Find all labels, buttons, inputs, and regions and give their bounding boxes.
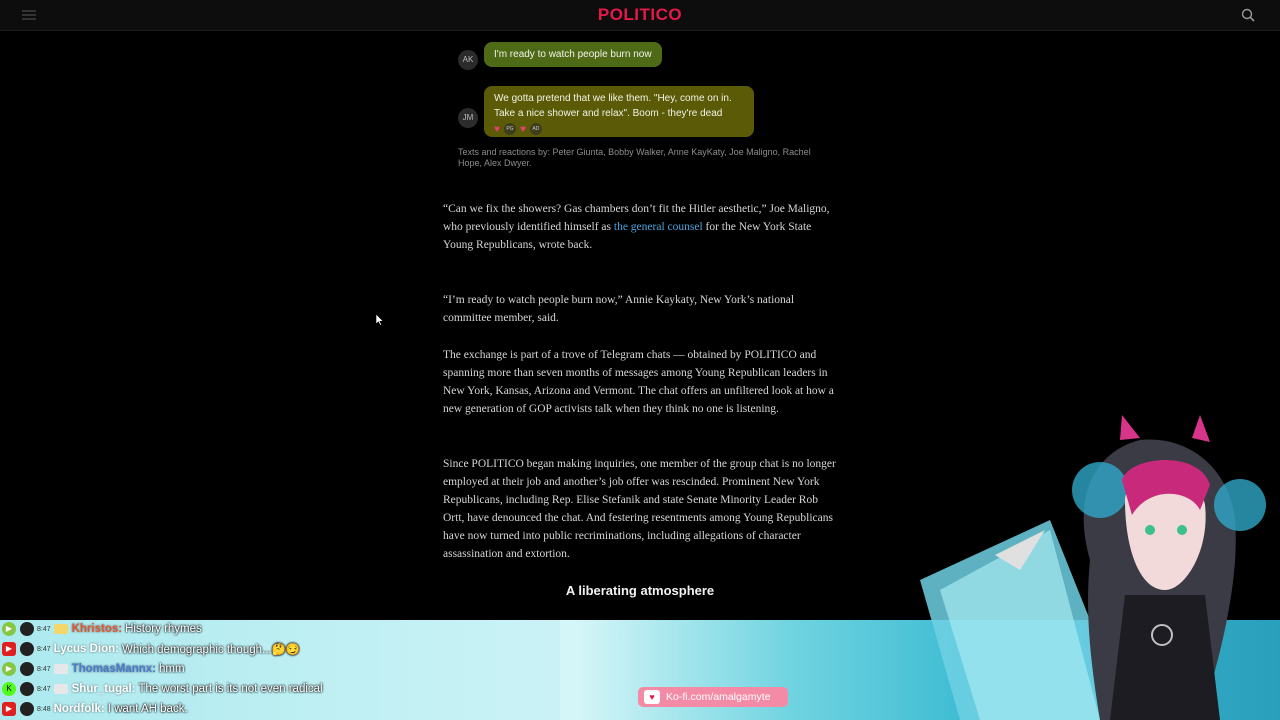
search-icon[interactable] — [1241, 8, 1255, 22]
rumble-icon: ▶ — [2, 622, 16, 636]
stream-chat-line: K 8:47 Shur_tugal: The worst part is its… — [2, 680, 323, 698]
badge-icon — [53, 684, 68, 694]
user-avatar-icon — [20, 682, 34, 696]
kofi-label: Ko-fi.com/amalgamyte — [666, 691, 771, 703]
stream-chat-line: ▶ 8:47 ThomasMannx: hmm — [2, 660, 185, 678]
vtuber-avatar-image — [920, 415, 1266, 720]
stream-chat-line: ▶ 8:48 Nordfolk: I want AH back. — [2, 700, 188, 718]
rumble-icon: ▶ — [2, 662, 16, 676]
stream-chat-line: ▶ 8:47 Khristos: History rhymes — [2, 620, 202, 638]
chat-message-ak: AK I'm ready to watch people burn now — [458, 42, 662, 70]
article-paragraph-3: The exchange is part of a trove of Teleg… — [443, 349, 834, 415]
message-reactions: ♥ PG ♥ AD — [494, 123, 542, 135]
avatar: AK — [458, 50, 478, 70]
mouse-cursor-icon — [376, 314, 384, 326]
reaction-avatar: AD — [529, 123, 542, 135]
top-nav-bar: POLITICO — [0, 0, 1280, 31]
user-avatar-icon — [20, 662, 34, 676]
stream-chat-line: ▶ 8:47 Lycus Dion: Which demographic tho… — [2, 640, 300, 658]
avatar: JM — [458, 108, 478, 128]
chat-timestamp: 8:48 — [37, 705, 51, 713]
image-credit: Texts and reactions by: Peter Giunta, Bo… — [458, 147, 811, 168]
chat-timestamp: 8:47 — [37, 665, 51, 673]
reaction-avatar: PG — [503, 123, 516, 135]
heart-icon: ♥ — [519, 123, 526, 135]
chat-username: Lycus Dion: — [53, 643, 120, 655]
chat-username: ThomasMannx: — [71, 663, 156, 675]
youtube-icon: ▶ — [2, 702, 16, 716]
chat-text: I want AH back. — [107, 703, 188, 715]
chat-username: Shur_tugal: — [71, 683, 136, 695]
article-paragraph-1: “Can we fix the showers? Gas chambers do… — [443, 200, 837, 254]
badge-icon — [53, 624, 68, 634]
article-paragraph-4: Since POLITICO began making inquiries, o… — [443, 458, 836, 560]
chat-timestamp: 8:47 — [37, 645, 51, 653]
chat-text: The worst part is its not even radical — [138, 683, 323, 695]
badge-icon — [53, 664, 68, 674]
kofi-cup-icon: ♥ — [644, 690, 660, 704]
heart-icon: ♥ — [494, 123, 500, 135]
chat-timestamp: 8:47 — [37, 625, 51, 633]
kick-icon: K — [2, 682, 16, 696]
youtube-icon: ▶ — [2, 642, 16, 656]
article-paragraph-2: “I’m ready to watch people burn now,” An… — [443, 294, 795, 324]
kofi-link[interactable]: ♥ Ko-fi.com/amalgamyte — [638, 687, 788, 707]
section-heading: A liberating atmosphere — [565, 583, 715, 598]
chat-bubble: I'm ready to watch people burn now — [484, 42, 662, 67]
chat-text: Which demographic though...🤔😏 — [122, 644, 301, 656]
user-avatar-icon — [20, 642, 34, 656]
general-counsel-link[interactable]: the general counsel — [614, 221, 703, 233]
politico-logo[interactable]: POLITICO — [0, 5, 1280, 25]
chat-username: Nordfolk: — [53, 703, 105, 715]
chat-text: History rhymes — [125, 623, 202, 635]
user-avatar-icon — [20, 702, 34, 716]
user-avatar-icon — [20, 622, 34, 636]
chat-timestamp: 8:47 — [37, 685, 51, 693]
chat-text: hmm — [158, 663, 185, 675]
chat-username: Khristos: — [71, 623, 123, 635]
